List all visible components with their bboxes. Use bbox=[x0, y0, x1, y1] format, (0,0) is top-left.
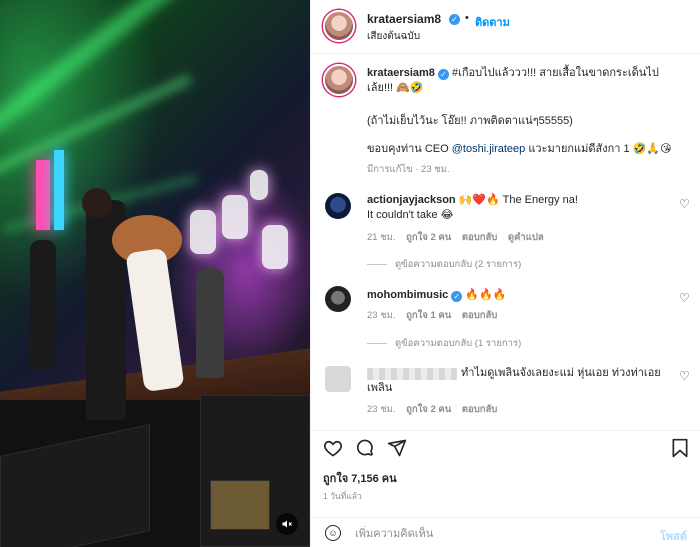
comment-text: 🔥🔥🔥 bbox=[465, 289, 507, 301]
reply-button[interactable]: ตอบกลับ bbox=[462, 310, 498, 321]
commenter-username[interactable]: mohombimusic bbox=[367, 289, 448, 301]
led-hex-light bbox=[250, 170, 268, 200]
caption-line-3: (ถ้าไม่เย็บไว้นะ โอ๊ย!! ภาพติดตาแน่ๆ5555… bbox=[367, 115, 573, 127]
caption-username[interactable]: krataersiam8 bbox=[367, 67, 435, 79]
commenter-username-hidden bbox=[367, 368, 457, 380]
comment-meta: 23 ชม. ถูกใจ 1 คน ตอบกลับ bbox=[367, 308, 497, 323]
heart-icon[interactable] bbox=[323, 438, 343, 461]
comment-likes[interactable]: ถูกใจ 2 คน bbox=[406, 232, 451, 243]
follow-button[interactable]: ติดตาม bbox=[475, 13, 510, 31]
avatar[interactable] bbox=[323, 10, 355, 42]
comment-body: ทำไมดูเพลินจังเลยงะแม่ หุ่นเอย ท่วงท่าเอ… bbox=[461, 366, 681, 381]
mute-icon[interactable] bbox=[276, 513, 298, 535]
comment-time: 23 ชม. bbox=[367, 310, 396, 321]
comment-time: 23 ชม. bbox=[367, 404, 396, 415]
view-replies-button[interactable]: ดูข้อความตอบกลับ (1 รายการ) bbox=[367, 336, 521, 351]
man-figure bbox=[196, 268, 224, 378]
view-replies-button[interactable]: ดูข้อความตอบกลับ (2 รายการ) bbox=[367, 257, 521, 272]
post-author-username[interactable]: krataersiam8 bbox=[367, 12, 441, 26]
caption-line-2: เล้ย!!! 🙈🤣 bbox=[367, 82, 424, 94]
divider bbox=[367, 263, 387, 265]
comment-icon[interactable] bbox=[355, 438, 375, 461]
caption-meta: มีการแก้ไข · 23 ชม. bbox=[367, 164, 450, 175]
post-media-video[interactable] bbox=[0, 0, 310, 547]
view-replies-label: ดูข้อความตอบกลับ (2 รายการ) bbox=[395, 259, 522, 270]
comment-heart-icon[interactable]: ♡ bbox=[679, 292, 691, 304]
verified-badge-icon: ✓ bbox=[451, 291, 463, 302]
comment-text: 🙌❤️🔥 The Energy na! bbox=[458, 194, 578, 206]
translate-button[interactable]: ดูคำแปล bbox=[508, 232, 544, 243]
caption-text: แวะมายกแม่ดีสังกา 1 🤣🙏😘 bbox=[525, 143, 672, 155]
commenter-avatar-hidden[interactable] bbox=[325, 366, 351, 392]
comment-heart-icon[interactable]: ♡ bbox=[679, 198, 691, 210]
post-caption: krataersiam8 ✓ #เกือบไปแล้ววว!!! สายเสื้… bbox=[367, 66, 687, 96]
comment-text: เพลิน bbox=[367, 382, 393, 394]
verified-badge-icon: ✓ bbox=[449, 14, 460, 25]
audio-label[interactable]: เสียงต้นฉบับ bbox=[367, 29, 420, 44]
led-hex-light bbox=[190, 210, 216, 254]
led-pink-bar bbox=[36, 160, 50, 230]
comment-likes[interactable]: ถูกใจ 2 คน bbox=[406, 404, 451, 415]
led-hex-light bbox=[262, 225, 288, 269]
commenter-avatar[interactable] bbox=[325, 193, 351, 219]
mention-link[interactable]: @toshi.jirateep bbox=[452, 143, 526, 155]
comment-input[interactable] bbox=[355, 526, 635, 542]
comment-meta: 23 ชม. ถูกใจ 2 คน ตอบกลับ bbox=[367, 402, 497, 417]
divider bbox=[367, 342, 387, 344]
comment-text: It couldn't take 😂 bbox=[367, 209, 454, 221]
comments-scroll-area[interactable]: krataersiam8 ✓ #เกือบไปแล้ววว!!! สายเสื้… bbox=[311, 54, 700, 430]
comment-heart-icon[interactable]: ♡ bbox=[679, 370, 691, 382]
share-icon[interactable] bbox=[387, 438, 407, 461]
comment-composer: ☺ โพสต์ bbox=[311, 517, 700, 547]
performer-hair bbox=[82, 188, 112, 218]
post-details-panel: krataersiam8 ✓ • ติดตาม เสียงต้นฉบับ kra… bbox=[310, 0, 700, 547]
commenter-username[interactable]: actionjayjackson bbox=[367, 194, 456, 206]
verified-badge-icon: ✓ bbox=[437, 69, 449, 80]
comment-text: ทำไมดูเพลินจังเลยงะแม่ หุ่นเอย ท่วงท่าเอ… bbox=[461, 367, 661, 379]
post-comment-button[interactable]: โพสต์ bbox=[660, 527, 687, 545]
commenter-avatar[interactable] bbox=[325, 286, 351, 312]
reply-button[interactable]: ตอบกลับ bbox=[462, 232, 498, 243]
emoji-icon[interactable]: ☺ bbox=[325, 525, 341, 541]
comment-meta: 21 ชม. ถูกใจ 2 คน ตอบกลับ ดูคำแปล bbox=[367, 230, 544, 245]
dancer-figure bbox=[30, 240, 56, 370]
avatar[interactable] bbox=[323, 64, 355, 96]
led-hex-light bbox=[222, 195, 248, 239]
comment-likes[interactable]: ถูกใจ 1 คน bbox=[406, 310, 451, 321]
post-time: 1 วันที่แล้ว bbox=[323, 491, 362, 501]
comment-body: mohombimusic ✓ 🔥🔥🔥 bbox=[367, 288, 667, 303]
bookmark-icon[interactable] bbox=[671, 438, 689, 461]
view-replies-label: ดูข้อความตอบกลับ (1 รายการ) bbox=[395, 338, 522, 349]
comment-time: 21 ชม. bbox=[367, 232, 396, 243]
reply-button[interactable]: ตอบกลับ bbox=[462, 404, 498, 415]
stage-box bbox=[210, 480, 270, 530]
post-actions-bar: ถูกใจ 7,156 คน 1 วันที่แล้ว ☺ โพสต์ bbox=[311, 430, 700, 547]
caption-line-1: #เกือบไปแล้ววว!!! สายเสื้อในขาดกระเด็นไป bbox=[452, 67, 659, 79]
separator-dot: • bbox=[465, 12, 469, 24]
led-blue-bar bbox=[54, 150, 64, 230]
comment-body: actionjayjackson 🙌❤️🔥 The Energy na! It … bbox=[367, 193, 667, 223]
caption-line-4: ขอบคุงท่าน CEO @toshi.jirateep แวะมายกแม… bbox=[367, 142, 697, 157]
likes-count[interactable]: ถูกใจ 7,156 คน bbox=[323, 469, 397, 487]
post-header: krataersiam8 ✓ • ติดตาม เสียงต้นฉบับ bbox=[311, 0, 700, 54]
caption-text: ขอบคุงท่าน CEO bbox=[367, 143, 452, 155]
